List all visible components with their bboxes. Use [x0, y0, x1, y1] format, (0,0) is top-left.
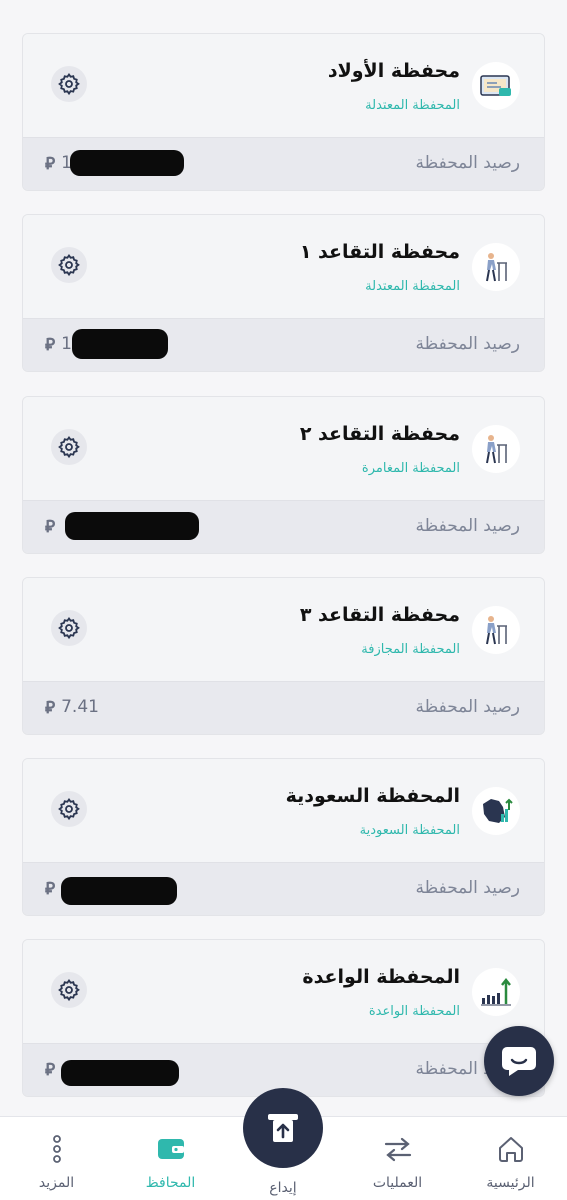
elderly-walker-icon [472, 606, 520, 654]
balance-value: ⃁ 7.41 [45, 696, 99, 718]
balance-label: رصيد المحفظة [415, 334, 520, 354]
chat-support-button[interactable] [484, 1026, 554, 1096]
balance-amount: 7.41 [61, 697, 99, 717]
wallet-name: محفظة التقاعد ٢ [299, 423, 460, 445]
balance-label: رصيد المحفظة [415, 878, 520, 898]
riyal-icon: ⃁ [45, 1060, 56, 1080]
wallet-type: المحفظة المغامرة [361, 461, 460, 476]
balance-value: ⃁ [45, 1058, 61, 1080]
redaction-mark [65, 512, 199, 540]
wallet-type: المحفظة المجازفة [361, 642, 460, 657]
gear-icon[interactable] [51, 429, 87, 465]
wallet-card[interactable]: محفظة التقاعد ٣ المحفظة المجازفة رصيد ال… [22, 577, 545, 735]
more-dots-icon [0, 1133, 113, 1165]
deposit-button[interactable] [243, 1088, 323, 1168]
riyal-icon: ⃁ [45, 335, 56, 355]
elderly-walker-icon [472, 243, 520, 291]
balance-label: رصيد المحفظة [415, 697, 520, 717]
balance-label: رصيد المحفظة [415, 516, 520, 536]
wallet-type: المحفظة المعتدلة [365, 98, 460, 113]
wallet-card[interactable]: محفظة التقاعد ٢ المحفظة المغامرة رصيد ال… [22, 396, 545, 554]
wallet-icon [114, 1133, 227, 1165]
growth-bars-icon [472, 968, 520, 1016]
deposit-icon [268, 1114, 298, 1142]
gear-icon[interactable] [51, 791, 87, 827]
balance-amount: 1 [61, 334, 72, 354]
wallet-card[interactable]: محفظة الأولاد المحفظة المعتدلة رصيد المح… [22, 33, 545, 191]
riyal-icon: ⃁ [45, 154, 56, 174]
wallet-name: المحفظة الواعدة [302, 966, 460, 988]
balance-label: رصيد المحفظة [415, 153, 520, 173]
tab-more-label: المزيد [38, 1175, 75, 1191]
redaction-mark [61, 877, 177, 905]
redaction-mark [61, 1060, 179, 1086]
saudi-map-icon [472, 787, 520, 835]
wallet-card[interactable]: المحفظة الواعدة المحفظة الواعدة رصيد الم… [22, 939, 545, 1097]
riyal-icon: ⃁ [45, 879, 56, 899]
wallet-type: المحفظة السعودية [359, 823, 460, 838]
tab-home-label: الرئيسية [486, 1175, 535, 1191]
wallet-name: محفظة الأولاد [327, 60, 460, 82]
wallet-card[interactable]: المحفظة السعودية المحفظة السعودية رصيد ا… [22, 758, 545, 916]
certificate-icon [472, 62, 520, 110]
gear-icon[interactable] [51, 247, 87, 283]
balance-value: ⃁ [45, 515, 61, 537]
home-icon [454, 1133, 567, 1165]
gear-icon[interactable] [51, 972, 87, 1008]
gear-icon[interactable] [51, 610, 87, 646]
wallet-name: محفظة التقاعد ١ [299, 241, 460, 263]
riyal-icon: ⃁ [45, 517, 56, 537]
gear-icon[interactable] [51, 66, 87, 102]
swap-arrows-icon [341, 1133, 454, 1165]
redaction-mark [70, 150, 184, 176]
balance-value: ⃁ [45, 877, 61, 899]
tab-more[interactable]: المزيد [0, 1117, 113, 1200]
redaction-mark [72, 329, 168, 359]
riyal-icon: ⃁ [45, 698, 56, 718]
chat-bubble-icon [502, 1047, 536, 1076]
wallet-type: المحفظة المعتدلة [365, 279, 460, 294]
deposit-label: إيداع [269, 1180, 297, 1196]
tab-home[interactable]: الرئيسية [454, 1117, 567, 1200]
tab-operations-label: العمليات [372, 1175, 423, 1191]
tab-wallets-label: المحافظ [145, 1175, 196, 1191]
wallet-name: المحفظة السعودية [285, 785, 460, 807]
wallet-card[interactable]: محفظة التقاعد ١ المحفظة المعتدلة رصيد ال… [22, 214, 545, 372]
wallet-name: محفظة التقاعد ٣ [299, 604, 460, 626]
tab-wallets[interactable]: المحافظ [114, 1117, 227, 1200]
wallet-type: المحفظة الواعدة [368, 1004, 460, 1019]
tab-operations[interactable]: العمليات [341, 1117, 454, 1200]
balance-value: ⃁ 1 [45, 333, 72, 355]
elderly-walker-icon [472, 425, 520, 473]
